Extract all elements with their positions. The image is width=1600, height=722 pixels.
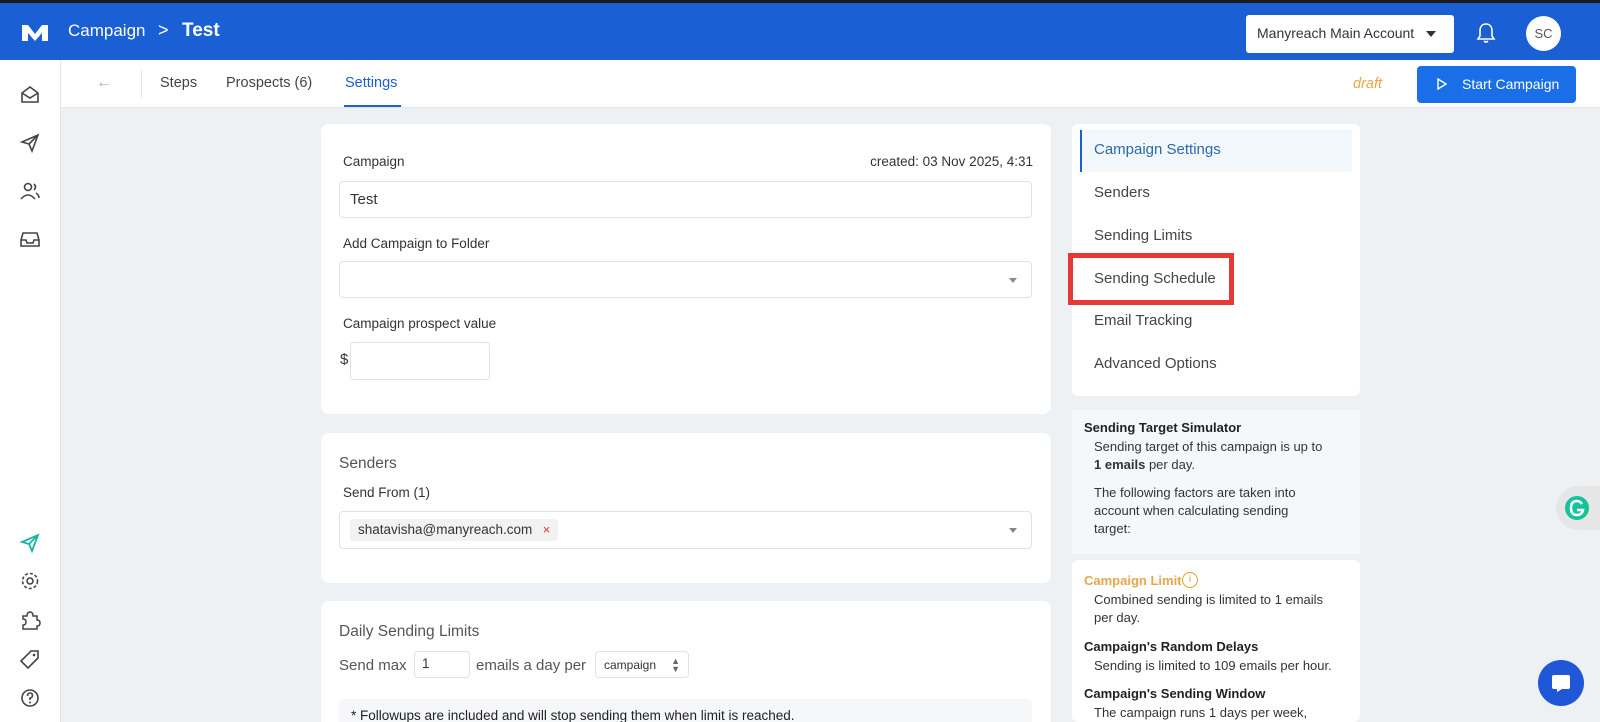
- simulator-line1: Sending target of this campaign is up to: [1094, 439, 1323, 454]
- per-select-value: campaign: [604, 658, 657, 672]
- simulator-line2-rest: per day.: [1148, 457, 1195, 472]
- nav-email-tracking[interactable]: Email Tracking: [1094, 312, 1192, 329]
- inbox-icon[interactable]: [19, 228, 41, 250]
- caret-down-icon: [1426, 31, 1436, 37]
- start-campaign-label: Start Campaign: [1462, 76, 1560, 92]
- caret-down-icon: [1009, 278, 1017, 283]
- play-icon: [1437, 78, 1447, 90]
- simulator-line3: The following factors are taken into: [1094, 485, 1296, 500]
- folder-label: Add Campaign to Folder: [343, 236, 490, 251]
- send-max-input[interactable]: 1: [414, 651, 470, 678]
- grammarly-icon: [1565, 496, 1589, 520]
- sender-select[interactable]: shatavisha@manyreach.com ×: [339, 511, 1032, 549]
- simulator-line5: target:: [1094, 521, 1131, 536]
- highlight-box: [1068, 253, 1234, 305]
- limits-note: * Followups are included and will stop s…: [351, 708, 795, 722]
- sub-navigation: ← Steps Prospects (6) Settings draft Sta…: [61, 60, 1600, 108]
- simulator-line2: 1 emails per day.: [1094, 457, 1195, 472]
- send-icon[interactable]: [19, 132, 41, 154]
- bell-icon[interactable]: [1476, 22, 1496, 44]
- top-bar: Campaign > Test Manyreach Main Account S…: [0, 0, 1600, 60]
- breadcrumb-campaign[interactable]: Campaign: [68, 21, 146, 41]
- daily-limits-title: Daily Sending Limits: [339, 623, 480, 640]
- sending-window-text: The campaign runs 1 days per week,: [1094, 705, 1308, 720]
- campaign-card: Campaign created: 03 Nov 2025, 4:31 Test…: [321, 124, 1051, 414]
- sending-window-title: Campaign's Sending Window: [1084, 686, 1266, 701]
- nav-senders[interactable]: Senders: [1094, 184, 1150, 201]
- campaign-limit-line2: per day.: [1094, 610, 1141, 625]
- puzzle-icon[interactable]: [19, 609, 41, 631]
- avatar[interactable]: SC: [1526, 16, 1561, 51]
- grammarly-widget[interactable]: [1556, 486, 1600, 530]
- tab-prospects[interactable]: Prospects (6): [226, 75, 312, 91]
- nav-advanced-options[interactable]: Advanced Options: [1094, 355, 1217, 372]
- campaign-limit-title: Campaign Limit: [1084, 573, 1182, 588]
- start-campaign-button[interactable]: Start Campaign: [1417, 66, 1576, 103]
- created-timestamp: created: 03 Nov 2025, 4:31: [870, 154, 1033, 169]
- campaign-name-input[interactable]: Test: [339, 181, 1032, 218]
- tab-steps[interactable]: Steps: [160, 75, 197, 91]
- sender-tag: shatavisha@manyreach.com ×: [350, 519, 559, 541]
- divider: [141, 70, 142, 98]
- send-max-label: Send max: [339, 657, 407, 674]
- senders-card: Senders Send From (1) shatavisha@manyrea…: [321, 433, 1051, 583]
- campaign-label: Campaign: [343, 154, 405, 169]
- campaign-limit-line1: Combined sending is limited to 1 emails: [1094, 592, 1324, 607]
- prospect-value-label: Campaign prospect value: [343, 316, 497, 331]
- users-icon[interactable]: [19, 180, 41, 202]
- prospect-value-input[interactable]: [350, 342, 490, 380]
- sending-factors: Campaign Limit i Combined sending is lim…: [1072, 560, 1360, 722]
- senders-title: Senders: [339, 455, 397, 472]
- simulator-line4: account when calculating sending: [1094, 503, 1289, 518]
- per-select[interactable]: campaign ▲ ▼: [595, 651, 689, 678]
- chat-icon: [1552, 675, 1570, 692]
- chat-button[interactable]: [1538, 660, 1584, 706]
- folder-select[interactable]: [339, 261, 1032, 298]
- nav-sending-limits[interactable]: Sending Limits: [1094, 227, 1192, 244]
- simulator-target: 1 emails: [1094, 457, 1146, 472]
- mail-icon[interactable]: [19, 84, 41, 106]
- caret-down-icon: [1009, 528, 1017, 533]
- sender-email: shatavisha@manyreach.com: [358, 522, 533, 537]
- gear-icon[interactable]: [19, 570, 41, 592]
- account-selector-label: Manyreach Main Account: [1257, 25, 1415, 41]
- send-active-icon[interactable]: [19, 532, 41, 554]
- help-icon[interactable]: [19, 687, 41, 709]
- breadcrumb-separator: >: [158, 20, 169, 40]
- info-icon[interactable]: i: [1182, 572, 1198, 588]
- random-delays-text: Sending is limited to 109 emails per hou…: [1094, 658, 1332, 673]
- updown-icon: ▲ ▼: [671, 656, 680, 674]
- sending-target-simulator: Sending Target Simulator Sending target …: [1072, 410, 1360, 554]
- back-arrow-icon[interactable]: ←: [96, 74, 112, 92]
- tag-icon[interactable]: [19, 648, 41, 670]
- random-delays-title: Campaign's Random Delays: [1084, 639, 1259, 654]
- manyreach-logo-icon[interactable]: [20, 21, 50, 45]
- left-rail: [0, 60, 61, 722]
- campaign-title: Test: [182, 20, 220, 41]
- remove-sender-icon[interactable]: ×: [543, 522, 551, 537]
- send-from-label: Send From (1): [343, 485, 431, 500]
- note-box: * Followups are included and will stop s…: [339, 699, 1032, 722]
- daily-limits-card: Daily Sending Limits Send max 1 emails a…: [321, 601, 1051, 722]
- active-tab-indicator: [344, 105, 401, 107]
- emails-a-day-label: emails a day per: [476, 657, 587, 674]
- account-selector[interactable]: Manyreach Main Account: [1246, 15, 1454, 53]
- status-badge: draft: [1353, 76, 1383, 92]
- currency-symbol: $: [340, 351, 349, 368]
- tab-settings[interactable]: Settings: [345, 75, 397, 91]
- nav-campaign-settings[interactable]: Campaign Settings: [1094, 141, 1221, 158]
- simulator-title: Sending Target Simulator: [1084, 420, 1242, 435]
